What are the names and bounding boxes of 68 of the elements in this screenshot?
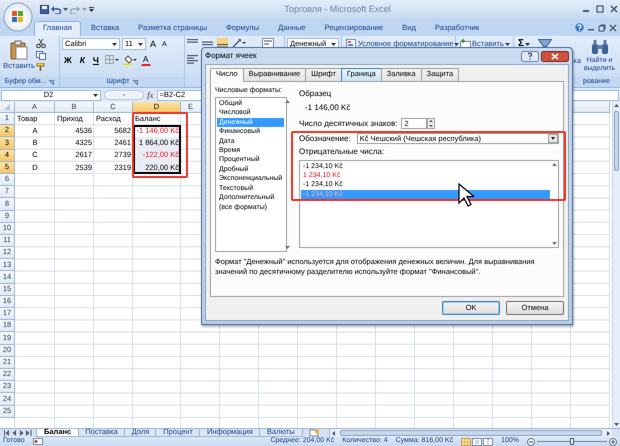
text-orientation-icon[interactable]	[232, 38, 246, 48]
dialog-title: Формат ячеек	[205, 51, 257, 61]
fill-color-icon[interactable]	[122, 54, 137, 65]
scrollbar-thumb[interactable]	[614, 111, 619, 171]
sample-text: -1 146,00 Kč	[305, 103, 350, 112]
underline-button[interactable]: Ч	[90, 54, 101, 65]
field-label: Отрицательные числа:	[299, 147, 386, 157]
window-title: Торговля - Microsoft Excel	[283, 4, 392, 14]
scissors-icon[interactable]	[36, 39, 46, 48]
zoom-in-icon[interactable]	[609, 438, 617, 446]
save-icon[interactable]	[40, 4, 49, 14]
insert-sheet-icon[interactable]	[306, 429, 321, 437]
zoom-out-icon[interactable]	[527, 438, 535, 446]
wrap-text-icon[interactable]	[262, 38, 274, 48]
slider-thumb[interactable]	[570, 438, 574, 445]
help-icon[interactable]	[521, 50, 539, 62]
spinner-arrows[interactable]	[427, 118, 436, 130]
highlight-frame	[132, 112, 188, 178]
scrollbar-thumb[interactable]	[340, 430, 602, 436]
scroll-up-icon[interactable]	[552, 162, 557, 166]
first-sheet-icon[interactable]	[4, 430, 10, 436]
close-icon[interactable]	[541, 50, 569, 62]
close-icon[interactable]	[608, 4, 620, 14]
caret-icon	[112, 42, 117, 46]
autosum-button[interactable]: Σ	[516, 38, 536, 50]
scroll-down-icon[interactable]	[552, 242, 557, 245]
caret-icon	[138, 42, 143, 46]
dialog-launcher-icon[interactable]	[49, 80, 54, 84]
insert-function-button[interactable]: fx	[147, 90, 154, 100]
binoculars-icon	[590, 39, 608, 55]
clipboard-icon	[10, 40, 28, 60]
column-header[interactable]	[571, 102, 610, 113]
undo-icon[interactable]	[51, 4, 61, 14]
previous-sheet-icon[interactable]	[12, 430, 17, 436]
format-painter-icon[interactable]	[36, 63, 46, 72]
caret-icon	[82, 8, 87, 10]
dialog-launcher-icon[interactable]	[132, 80, 138, 84]
grow-font-button[interactable]: A	[148, 38, 158, 50]
caret-icon	[93, 94, 98, 96]
font-color-button[interactable]: A	[140, 54, 151, 66]
field-label: Обозначение:	[299, 134, 351, 144]
mouse-pointer-icon	[458, 183, 474, 207]
macro-record-icon[interactable]	[32, 438, 43, 445]
last-sheet-icon[interactable]	[26, 430, 32, 436]
zoom-slider[interactable]	[537, 438, 607, 445]
conditional-formatting-icon	[346, 39, 357, 49]
help-icon[interactable]	[575, 23, 584, 32]
borders-icon[interactable]	[104, 55, 119, 64]
next-sheet-icon[interactable]	[19, 430, 24, 436]
align-left-icon[interactable]	[187, 54, 198, 64]
align-bottom-icon[interactable]	[217, 38, 228, 48]
restore-icon[interactable]	[598, 24, 606, 32]
customize-toolbar-icon[interactable]	[89, 6, 95, 12]
corner-triangle-icon	[4, 104, 10, 110]
dropdown-arrow-icon[interactable]	[548, 134, 558, 144]
field-label: Число десятичных знаков:	[299, 119, 398, 128]
bold-button[interactable]: Ж	[62, 54, 74, 65]
italic-button[interactable]: К	[78, 54, 87, 65]
close-icon[interactable]	[609, 24, 617, 32]
office-button[interactable]	[3, 2, 33, 32]
scroll-down-icon[interactable]	[285, 246, 290, 250]
insert-cells-icon	[460, 39, 471, 49]
page-layout-view-icon[interactable]	[472, 438, 482, 446]
group-label: Образец	[299, 89, 332, 98]
caret-icon	[63, 8, 68, 10]
maximize-icon[interactable]	[594, 4, 606, 14]
page-break-view-icon[interactable]	[483, 438, 494, 446]
copy-icon[interactable]	[36, 51, 46, 60]
